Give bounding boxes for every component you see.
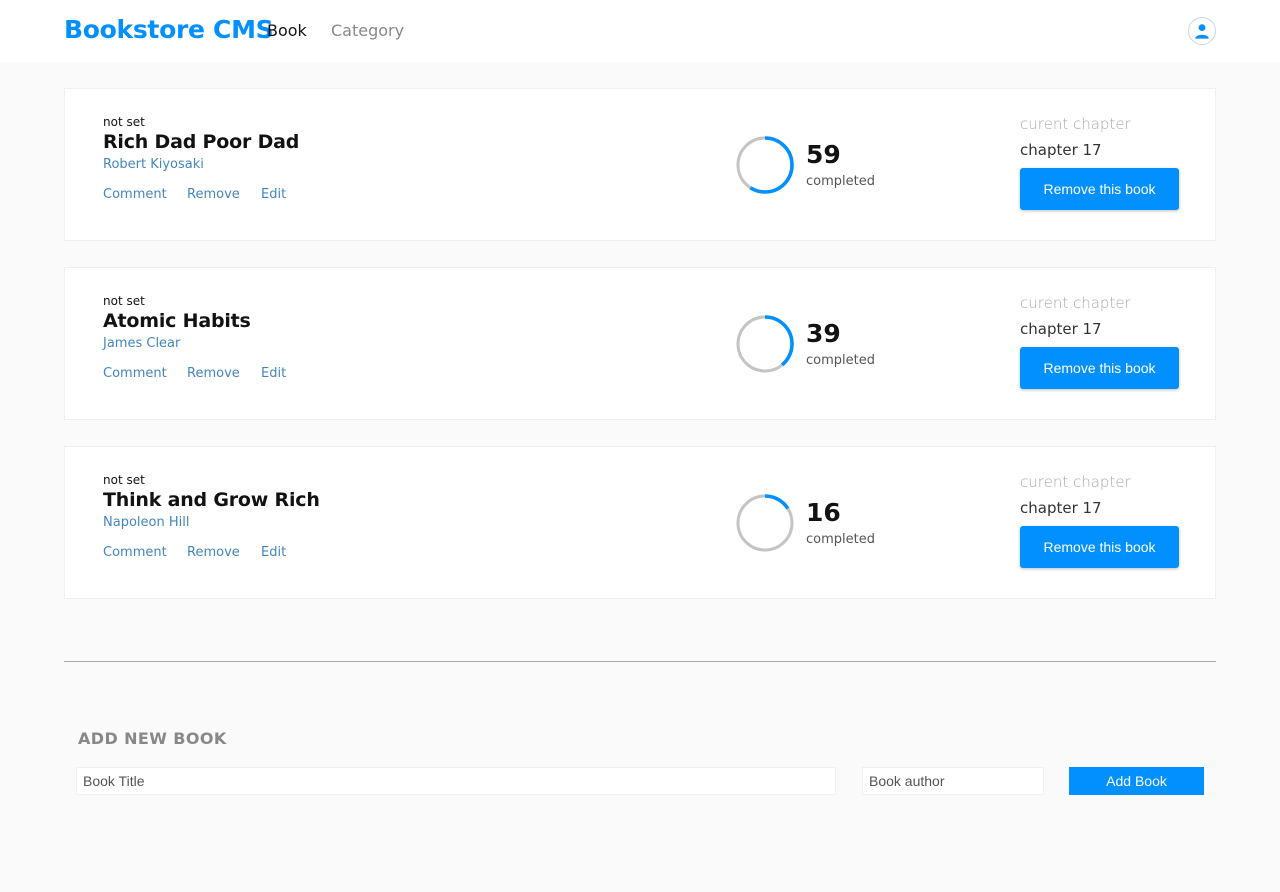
current-chapter-label: curent chapter [1020,473,1131,491]
remove-link[interactable]: Remove [187,366,240,381]
current-chapter-value: chapter 17 [1020,320,1102,338]
book-card: not set Atomic Habits James Clear Commen… [64,267,1216,420]
user-profile-button[interactable] [1188,17,1216,45]
book-title: Think and Grow Rich [103,489,320,511]
comment-button[interactable]: Comment [103,545,167,560]
brand-logo[interactable]: Bookstore CMS [64,15,274,44]
completed-label: completed [806,532,875,547]
book-title: Rich Dad Poor Dad [103,131,300,153]
progress-percent: 16 [806,498,841,527]
section-divider [64,661,1216,662]
navbar: Bookstore CMS Book Category [0,0,1280,62]
edit-button[interactable]: Edit [261,187,286,202]
remove-link[interactable]: Remove [187,187,240,202]
book-author: Napoleon Hill [103,515,190,530]
progress-ring [736,315,794,373]
edit-button[interactable]: Edit [261,545,286,560]
progress-ring [736,136,794,194]
book-card: not set Rich Dad Poor Dad Robert Kiyosak… [64,88,1216,241]
nav-category-link[interactable]: Category [331,21,404,40]
book-author: Robert Kiyosaki [103,157,204,172]
comment-button[interactable]: Comment [103,366,167,381]
add-book-heading: ADD NEW BOOK [78,729,227,748]
current-chapter-label: curent chapter [1020,294,1131,312]
current-chapter-label: curent chapter [1020,115,1131,133]
current-chapter-value: chapter 17 [1020,499,1102,517]
book-title: Atomic Habits [103,310,251,332]
completed-label: completed [806,353,875,368]
book-category: not set [103,115,145,129]
book-author-input[interactable] [862,767,1044,795]
remove-book-button[interactable]: Remove this book [1020,526,1179,568]
progress-percent: 59 [806,140,841,169]
nav-book-link[interactable]: Book [267,21,307,40]
progress-percent: 39 [806,319,841,348]
comment-button[interactable]: Comment [103,187,167,202]
remove-book-button[interactable]: Remove this book [1020,168,1179,210]
add-book-button[interactable]: Add Book [1069,767,1204,795]
user-icon [1195,24,1209,39]
book-list: not set Rich Dad Poor Dad Robert Kiyosak… [64,88,1216,625]
current-chapter-value: chapter 17 [1020,141,1102,159]
book-card: not set Think and Grow Rich Napoleon Hil… [64,446,1216,599]
remove-book-button[interactable]: Remove this book [1020,347,1179,389]
edit-button[interactable]: Edit [261,366,286,381]
book-author: James Clear [103,336,181,351]
progress-ring [736,494,794,552]
completed-label: completed [806,174,875,189]
book-title-input[interactable] [76,767,836,795]
book-category: not set [103,294,145,308]
book-category: not set [103,473,145,487]
remove-link[interactable]: Remove [187,545,240,560]
